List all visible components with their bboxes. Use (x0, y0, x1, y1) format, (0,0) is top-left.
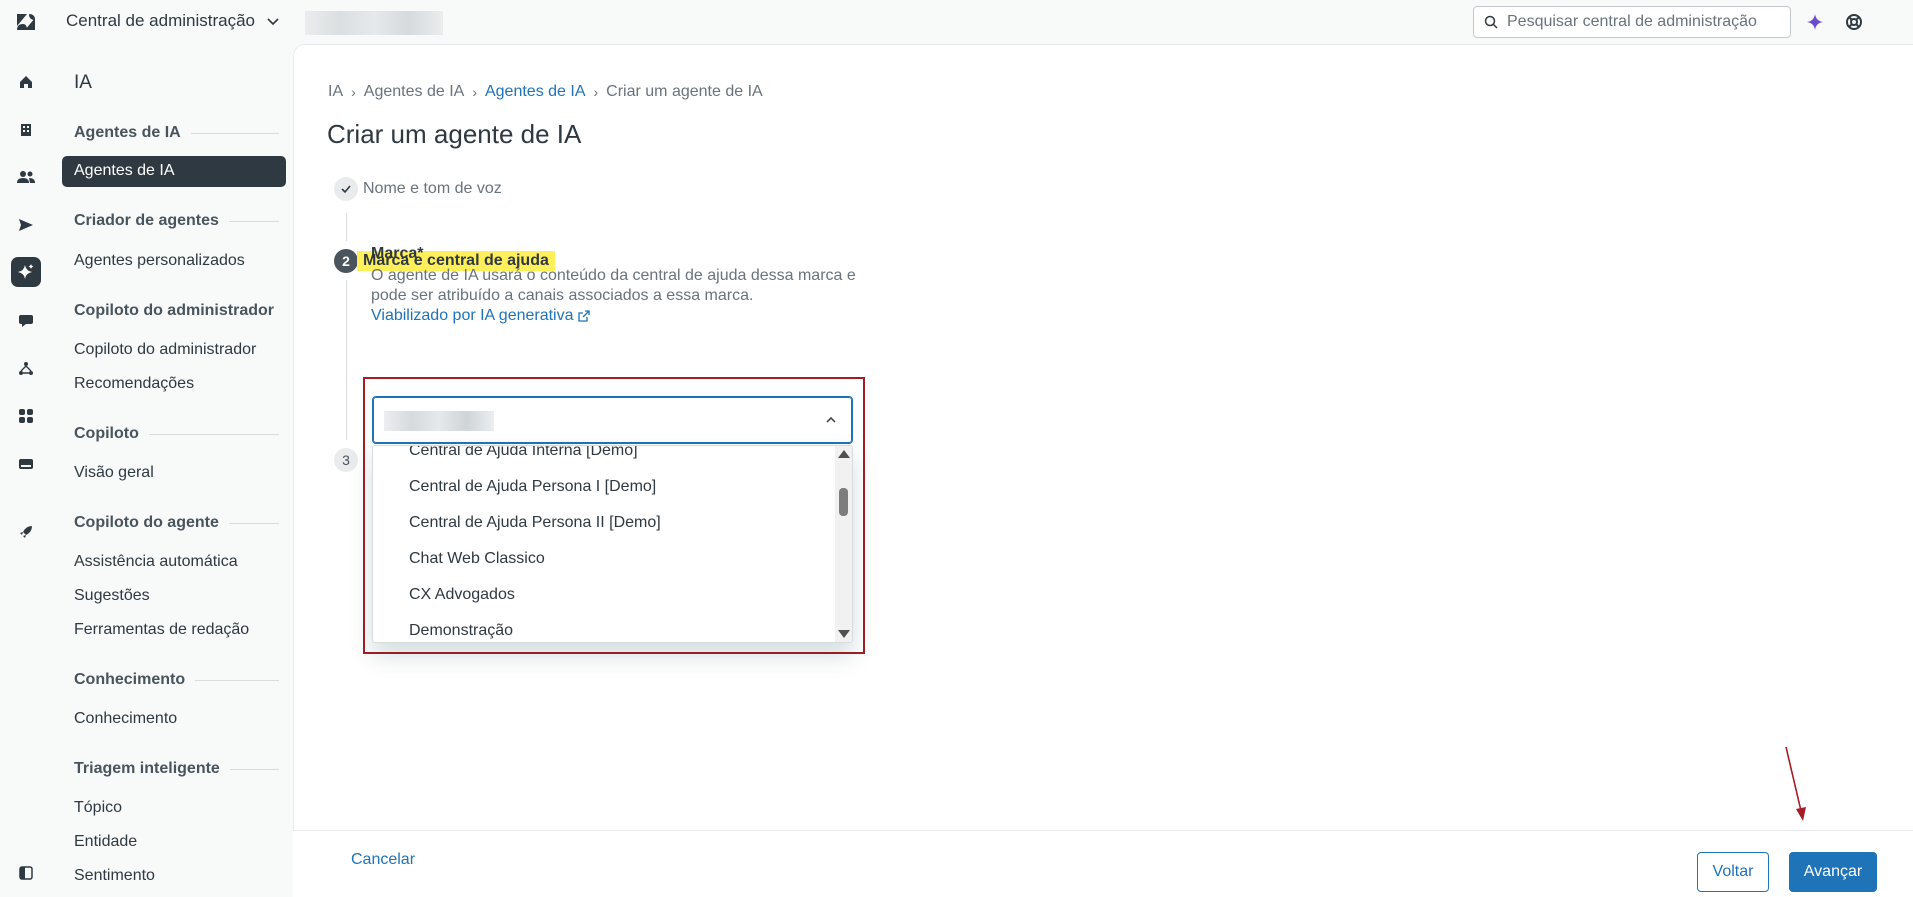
brand-option[interactable]: Chat Web Classico (409, 550, 545, 568)
brand-select[interactable] (372, 396, 853, 444)
listbox-scrollbar[interactable] (835, 446, 852, 642)
step-connector (346, 213, 347, 241)
product-icon-rail (0, 44, 53, 897)
brand-option[interactable]: CX Advogados (409, 586, 515, 604)
chevron-up-icon (826, 416, 836, 423)
sidebar-item-suggestions[interactable]: Sugestões (74, 587, 150, 605)
step-connector (346, 280, 347, 440)
apps-icon[interactable] (11, 401, 41, 431)
brand-option[interactable]: Central de Ajuda Persona I [Demo] (409, 478, 656, 496)
section-heading-knowledge: Conhecimento (74, 671, 279, 689)
search-input[interactable] (1507, 13, 1777, 31)
scroll-up-arrow-icon[interactable] (838, 450, 850, 458)
selected-brand-redacted (384, 411, 494, 431)
scroll-down-arrow-icon[interactable] (838, 630, 850, 638)
brand-option[interactable]: Central de Ajuda Interna [Demo] (409, 446, 638, 460)
brand-field-label: Marca* (371, 245, 424, 262)
step-3-number: 3 (334, 448, 358, 472)
page-title: Criar um agente de IA (327, 119, 582, 149)
section-heading-ai-agents: Agentes de IA (74, 124, 279, 142)
sidebar-item-auto-assist[interactable]: Assistência automática (74, 553, 238, 571)
generative-ai-link[interactable]: Viabilizado por IA generativa (371, 307, 590, 325)
brand-option[interactable]: Central de Ajuda Persona II [Demo] (409, 514, 661, 532)
chevron-right-icon: › (472, 84, 477, 100)
workflow-icon[interactable] (11, 354, 41, 384)
cancel-button[interactable]: Cancelar (351, 851, 415, 869)
chevron-down-icon (267, 18, 279, 26)
brand-field-description: O agente de IA usará o conteúdo da centr… (371, 267, 856, 304)
rocket-icon[interactable] (11, 517, 41, 547)
top-bar: Central de administração (0, 0, 1913, 44)
send-icon[interactable] (11, 210, 41, 240)
chevron-right-icon: › (351, 84, 356, 100)
section-heading-intelligent-triage: Triagem inteligente (74, 760, 279, 778)
breadcrumb-ai-agents-link[interactable]: Agentes de IA (485, 83, 586, 101)
search-box[interactable] (1473, 6, 1791, 38)
external-link-icon (577, 310, 590, 322)
people-icon[interactable] (11, 162, 41, 192)
chat-icon[interactable] (11, 306, 41, 336)
search-icon (1484, 15, 1498, 29)
app-name: Central de administração (66, 11, 255, 30)
step-2-number: 2 (334, 249, 358, 273)
section-heading-admin-copilot: Copiloto do administrador (74, 302, 274, 319)
ai-icon[interactable] (11, 257, 41, 287)
ai-sparkle-icon[interactable] (1804, 11, 1826, 33)
server-icon[interactable] (11, 449, 41, 479)
section-heading-agent-copilot: Copiloto do agente (74, 514, 279, 532)
ai-sidebar-nav: IA Agentes de IA Agentes de IA Criador d… (53, 44, 293, 897)
breadcrumb-ia[interactable]: IA (328, 83, 343, 101)
sidebar-item-custom-agents[interactable]: Agentes personalizados (74, 252, 245, 270)
sidebar-item-topic[interactable]: Tópico (74, 799, 122, 817)
section-heading-copilot: Copiloto (74, 425, 279, 443)
sidebar-item-sentiment[interactable]: Sentimento (74, 867, 155, 885)
step-done-check-icon (334, 177, 358, 201)
sidebar-item-ai-agents[interactable]: Agentes de IA (62, 156, 286, 187)
breadcrumb: IA › Agentes de IA › Agentes de IA › Cri… (328, 83, 763, 101)
sidebar-item-entity[interactable]: Entidade (74, 833, 137, 851)
main-content: IA › Agentes de IA › Agentes de IA › Cri… (293, 44, 1913, 897)
breadcrumb-ai-agents[interactable]: Agentes de IA (364, 83, 465, 101)
next-button[interactable]: Avançar (1789, 852, 1877, 892)
step-1-label: Nome e tom de voz (363, 180, 502, 197)
home-icon[interactable] (11, 67, 41, 97)
app-switcher[interactable]: Central de administração (66, 11, 281, 31)
account-name-redacted (305, 11, 443, 35)
sidebar-item-knowledge[interactable]: Conhecimento (74, 710, 177, 728)
back-button[interactable]: Voltar (1697, 852, 1769, 892)
generative-ai-link-text[interactable]: Viabilizado por IA generativa (371, 307, 574, 325)
annotation-arrow-icon (1785, 746, 1806, 821)
sidebar-item-overview[interactable]: Visão geral (74, 464, 154, 482)
sidebar-item-recommendations[interactable]: Recomendações (74, 375, 194, 393)
zendesk-logo-icon[interactable] (14, 10, 38, 34)
chevron-right-icon: › (593, 84, 599, 100)
sidebar-item-admin-copilot[interactable]: Copiloto do administrador (74, 341, 256, 359)
help-lifebuoy-icon[interactable] (1843, 11, 1865, 33)
building-icon[interactable] (11, 115, 41, 145)
sidebar-item-writing-tools[interactable]: Ferramentas de redação (74, 621, 249, 639)
scrollbar-thumb[interactable] (839, 488, 848, 516)
footer-actions: Cancelar Voltar Avançar (293, 830, 1913, 897)
sidebar-title: IA (74, 72, 92, 93)
brand-option[interactable]: Demonstração (409, 622, 513, 640)
breadcrumb-current: Criar um agente de IA (606, 83, 763, 100)
collapse-sidebar-icon[interactable] (11, 858, 41, 888)
section-heading-agent-builder: Criador de agentes (74, 212, 279, 230)
brand-options-listbox[interactable]: Central de Ajuda Interna [Demo] Central … (372, 445, 853, 643)
